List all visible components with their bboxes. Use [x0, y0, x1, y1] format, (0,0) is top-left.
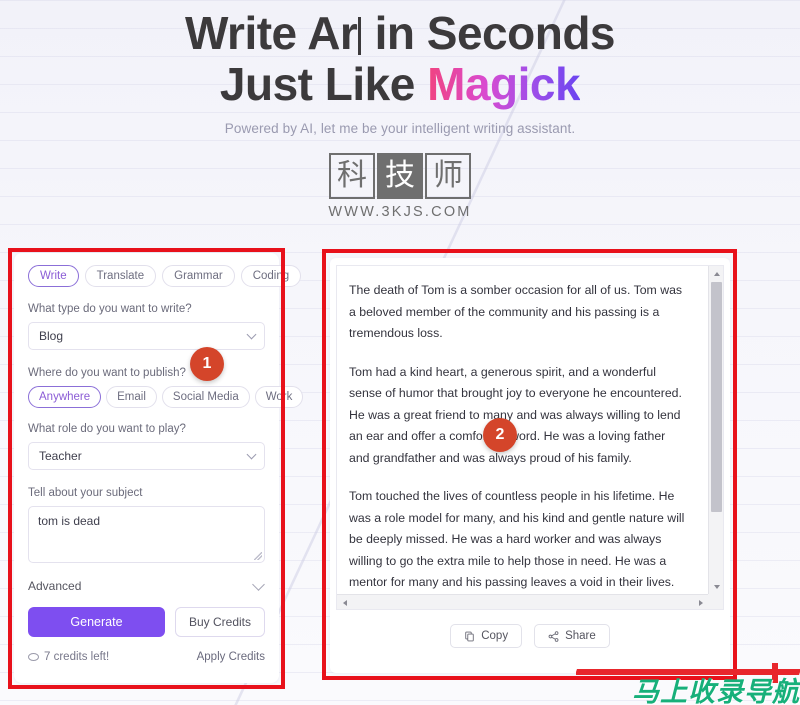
- site-logo: 科 技 师 WWW.3KJS.COM: [0, 153, 800, 220]
- logo-char-1: 科: [329, 153, 375, 199]
- headline-line-2: Just Like Magick: [0, 59, 800, 110]
- page-title: Write Ar in Seconds Just Like Magick: [0, 8, 800, 110]
- watermark: 马上收录导航: [576, 663, 800, 705]
- text-caret-icon: [358, 17, 362, 55]
- logo-char-2: 技: [377, 153, 423, 199]
- headline-text-after-caret: in Seconds: [362, 7, 616, 59]
- watermark-text: 马上收录导航: [632, 677, 800, 705]
- logo-char-3: 师: [425, 153, 471, 199]
- annotation-box-right: [322, 249, 737, 680]
- headline-accent-word: Magick: [427, 58, 581, 110]
- hero-tagline: Powered by AI, let me be your intelligen…: [224, 121, 576, 136]
- logo-url-text: WWW.3KJS.COM: [328, 204, 472, 220]
- annotation-badge-1: 1: [190, 347, 224, 381]
- page-root: Write Ar in Seconds Just Like Magick Pow…: [0, 0, 800, 705]
- annotation-badge-2: 2: [483, 418, 517, 452]
- logo-character-boxes: 科 技 师: [329, 153, 471, 199]
- headline-line2-prefix: Just Like: [219, 58, 428, 110]
- headline-line-1: Write Ar in Seconds: [0, 8, 800, 59]
- headline-text-before-caret: Write Ar: [184, 7, 358, 59]
- annotation-box-left: [8, 248, 285, 689]
- hero-section: Write Ar in Seconds Just Like Magick Pow…: [0, 0, 800, 137]
